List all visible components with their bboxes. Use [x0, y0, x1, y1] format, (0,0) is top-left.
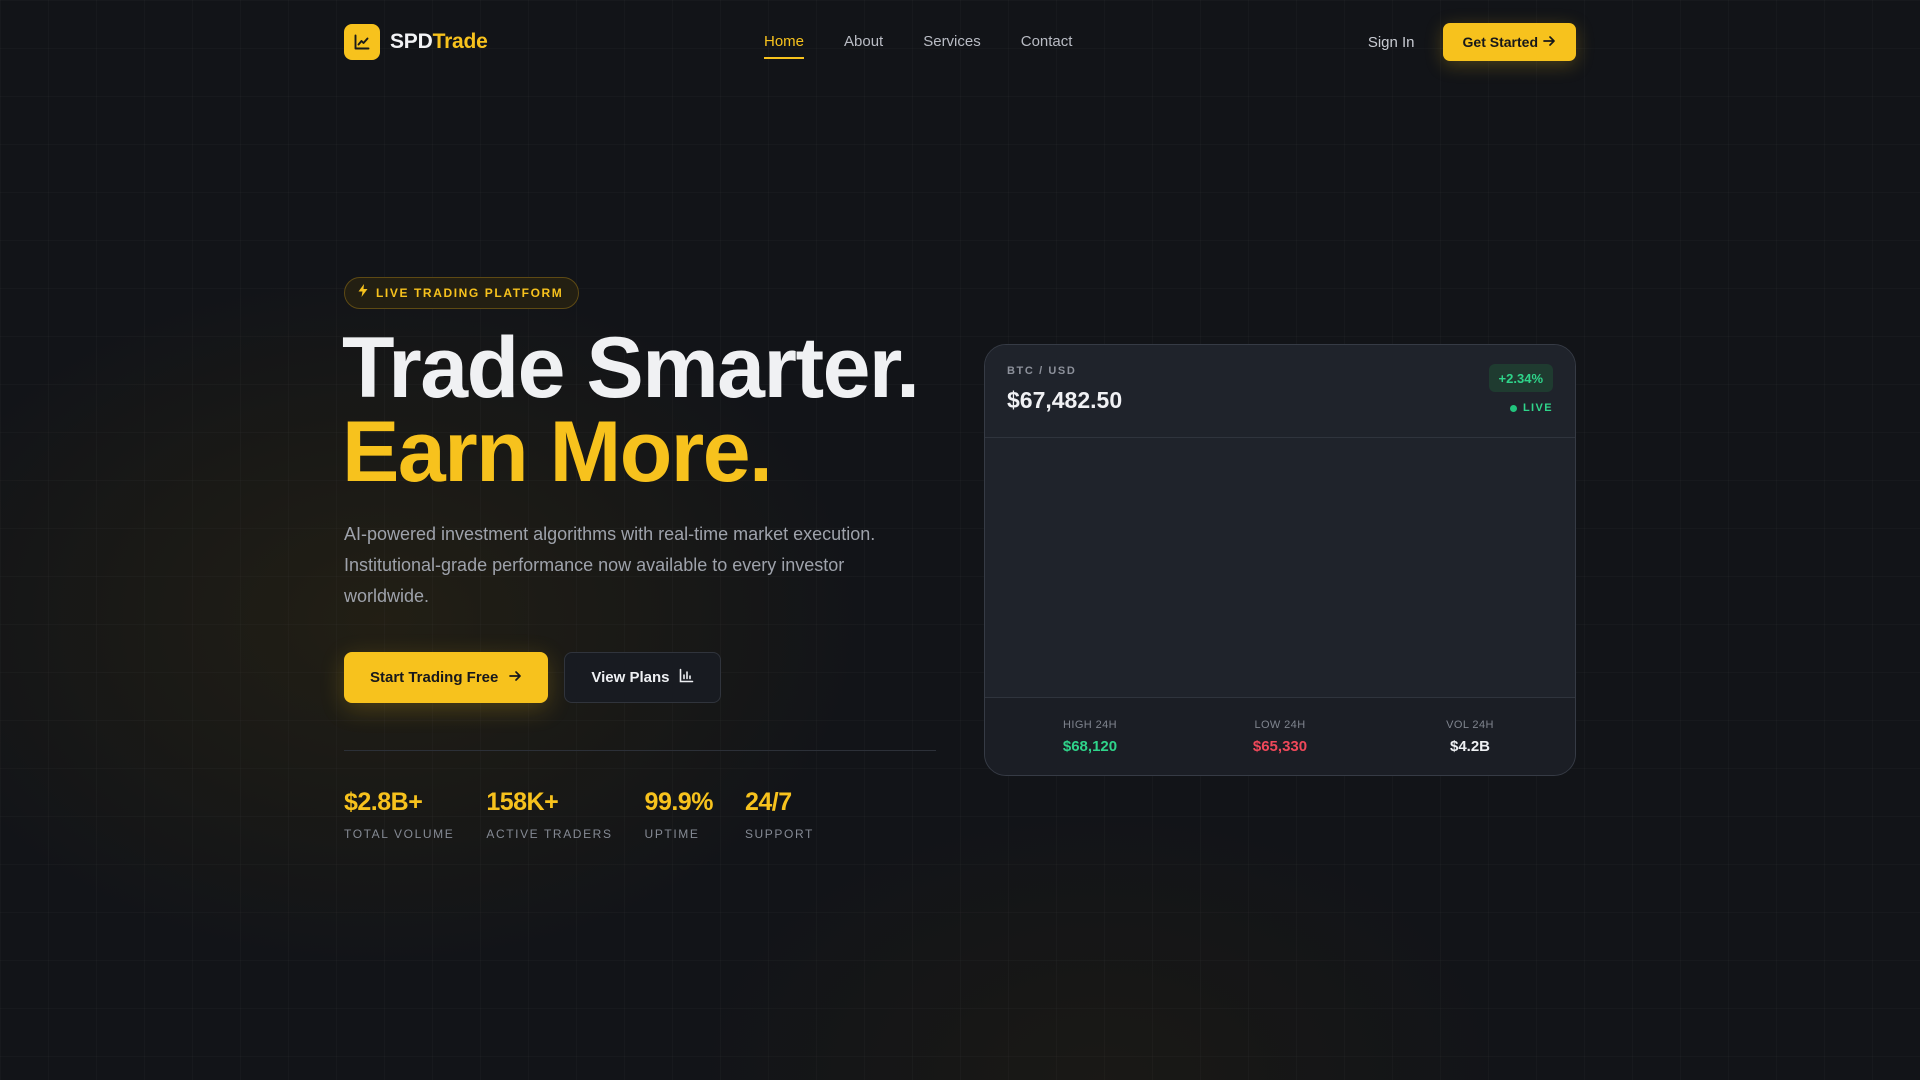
- low-24h-value: $65,330: [1252, 737, 1308, 755]
- bar-chart-icon: [679, 668, 694, 687]
- low-24h: LOW 24H $65,330: [1215, 719, 1345, 755]
- stats-row: $2.8B+ TOTAL VOLUME 158K+ ACTIVE TRADERS…: [344, 786, 814, 841]
- vol-24h-label: VOL 24H: [1446, 718, 1494, 731]
- vol-24h: VOL 24H $4.2B: [1405, 719, 1535, 755]
- stat-label: UPTIME: [644, 827, 700, 841]
- nav-actions: Sign In Get Started: [1368, 23, 1576, 61]
- start-trading-button[interactable]: Start Trading Free: [344, 652, 549, 703]
- nav-links: Home About Services Contact: [764, 25, 1072, 59]
- hero-subtitle: AI-powered investment algorithms with re…: [344, 524, 876, 606]
- high-24h-value: $68,120: [1062, 737, 1118, 755]
- stat-label: ACTIVE TRADERS: [486, 827, 613, 841]
- stats-divider: [344, 750, 936, 751]
- sign-in-link[interactable]: Sign In: [1368, 34, 1415, 51]
- stat-item: 158K+ ACTIVE TRADERS: [486, 786, 612, 841]
- start-trading-label: Start Trading Free: [370, 669, 499, 686]
- headline-line-2: Earn More.: [342, 404, 773, 500]
- view-plans-label: View Plans: [591, 669, 670, 686]
- price-chart-area: [985, 438, 1575, 698]
- arrow-right-icon: [1542, 34, 1556, 51]
- vol-24h-value: $4.2B: [1449, 737, 1491, 755]
- hero-headline: Trade Smarter. Earn More.: [342, 320, 920, 500]
- ticker-price: $67,482.50: [1007, 387, 1123, 413]
- ticker-header: BTC / USD $67,482.50 +2.34% LIVE: [985, 345, 1575, 438]
- nav-link-contact[interactable]: Contact: [1021, 33, 1073, 59]
- badge-label: LIVE TRADING PLATFORM: [376, 286, 564, 300]
- live-dot-icon: [1509, 404, 1517, 412]
- chart-line-icon: [344, 24, 380, 60]
- nav-link-home[interactable]: Home: [764, 33, 805, 59]
- nav-link-services[interactable]: Services: [923, 33, 981, 59]
- top-nav: SPDTrade Home About Services Contact Sig…: [344, 22, 1576, 62]
- live-platform-badge: LIVE TRADING PLATFORM: [344, 277, 580, 309]
- stat-value: 99.9%: [644, 788, 714, 816]
- lightning-icon: [358, 284, 368, 302]
- btc-ticker-card: BTC / USD $67,482.50 +2.34% LIVE HIGH 24…: [984, 344, 1576, 776]
- high-24h: HIGH 24H $68,120: [1025, 719, 1155, 755]
- live-indicator: LIVE: [1509, 402, 1553, 414]
- stat-item: 99.9% UPTIME: [644, 786, 714, 841]
- arrow-right-icon: [508, 669, 522, 687]
- stat-value: $2.8B+: [344, 788, 423, 816]
- stat-value: 24/7: [744, 788, 792, 816]
- high-24h-label: HIGH 24H: [1063, 718, 1117, 731]
- background-grid: [0, 0, 1920, 1080]
- low-24h-label: LOW 24H: [1254, 718, 1306, 731]
- nav-link-about[interactable]: About: [844, 33, 883, 59]
- stat-label: TOTAL VOLUME: [344, 827, 455, 841]
- headline-line-1: Trade Smarter.: [342, 320, 920, 416]
- view-plans-button[interactable]: View Plans: [564, 652, 722, 703]
- stat-item: $2.8B+ TOTAL VOLUME: [344, 786, 454, 841]
- brand-name-part2: Trade: [432, 30, 488, 53]
- price-change-badge: +2.34%: [1488, 364, 1553, 392]
- hero-cta-row: Start Trading Free View Plans: [344, 652, 722, 703]
- ticker-pair: BTC / USD: [1007, 365, 1077, 377]
- get-started-button[interactable]: Get Started: [1442, 23, 1576, 61]
- stat-value: 158K+: [486, 788, 559, 816]
- brand-logo[interactable]: SPDTrade: [344, 24, 488, 60]
- ticker-stats: HIGH 24H $68,120 LOW 24H $65,330 VOL 24H…: [985, 698, 1575, 775]
- get-started-label: Get Started: [1462, 34, 1538, 50]
- stat-label: SUPPORT: [744, 827, 814, 841]
- live-label: LIVE: [1522, 402, 1553, 414]
- brand-name: SPDTrade: [390, 30, 488, 54]
- stat-item: 24/7 SUPPORT: [745, 786, 814, 841]
- brand-name-part1: SPD: [390, 30, 433, 53]
